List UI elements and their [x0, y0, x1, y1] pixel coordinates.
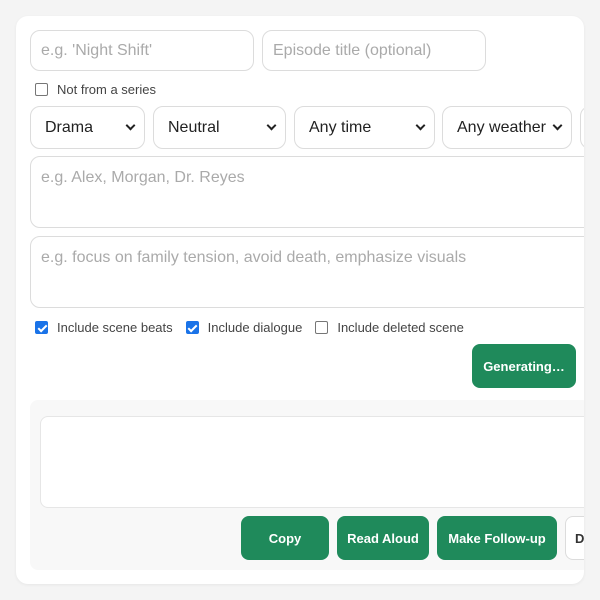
extra-select[interactable]	[580, 106, 584, 149]
time-select[interactable]: Any time	[294, 106, 435, 149]
scene-beats-label: Include scene beats	[57, 320, 173, 335]
output-text	[40, 416, 584, 508]
make-follow-up-button[interactable]: Make Follow-up	[437, 516, 557, 560]
scene-beats-checkbox[interactable]	[35, 321, 48, 334]
tone-value: Neutral	[168, 118, 220, 136]
chevron-down-icon	[552, 120, 563, 131]
genre-value: Drama	[45, 118, 94, 136]
dialogue-label: Include dialogue	[207, 320, 303, 335]
not-series-checkbox[interactable]	[35, 83, 48, 96]
chevron-down-icon	[266, 120, 277, 131]
include-options: Include scene beats Include dialogue Inc…	[35, 320, 477, 335]
generate-button[interactable]: Generating…	[472, 344, 576, 388]
copy-button[interactable]: Copy	[241, 516, 329, 560]
partial-action-button[interactable]: D	[565, 516, 584, 560]
chevron-down-icon	[415, 120, 426, 131]
genre-select[interactable]: Drama	[30, 106, 145, 149]
episode-title-input[interactable]	[262, 30, 486, 71]
deleted-scene-label: Include deleted scene	[337, 320, 464, 335]
deleted-scene-checkbox[interactable]	[315, 321, 329, 334]
notes-input[interactable]	[30, 236, 584, 308]
read-aloud-button[interactable]: Read Aloud	[337, 516, 429, 560]
weather-value: Any weather	[457, 118, 546, 136]
time-value: Any time	[309, 118, 372, 136]
chevron-down-icon	[125, 120, 136, 131]
generator-card: Not from a series Drama Neutral Any time…	[16, 16, 584, 584]
not-series-label: Not from a series	[57, 82, 156, 97]
not-series-option[interactable]: Not from a series	[35, 82, 169, 97]
series-title-input[interactable]	[30, 30, 254, 71]
weather-select[interactable]: Any weather	[442, 106, 572, 149]
dialogue-checkbox[interactable]	[185, 321, 199, 334]
characters-input[interactable]	[30, 156, 584, 228]
tone-select[interactable]: Neutral	[153, 106, 286, 149]
output-panel: Copy Read Aloud Make Follow-up D	[30, 400, 584, 570]
